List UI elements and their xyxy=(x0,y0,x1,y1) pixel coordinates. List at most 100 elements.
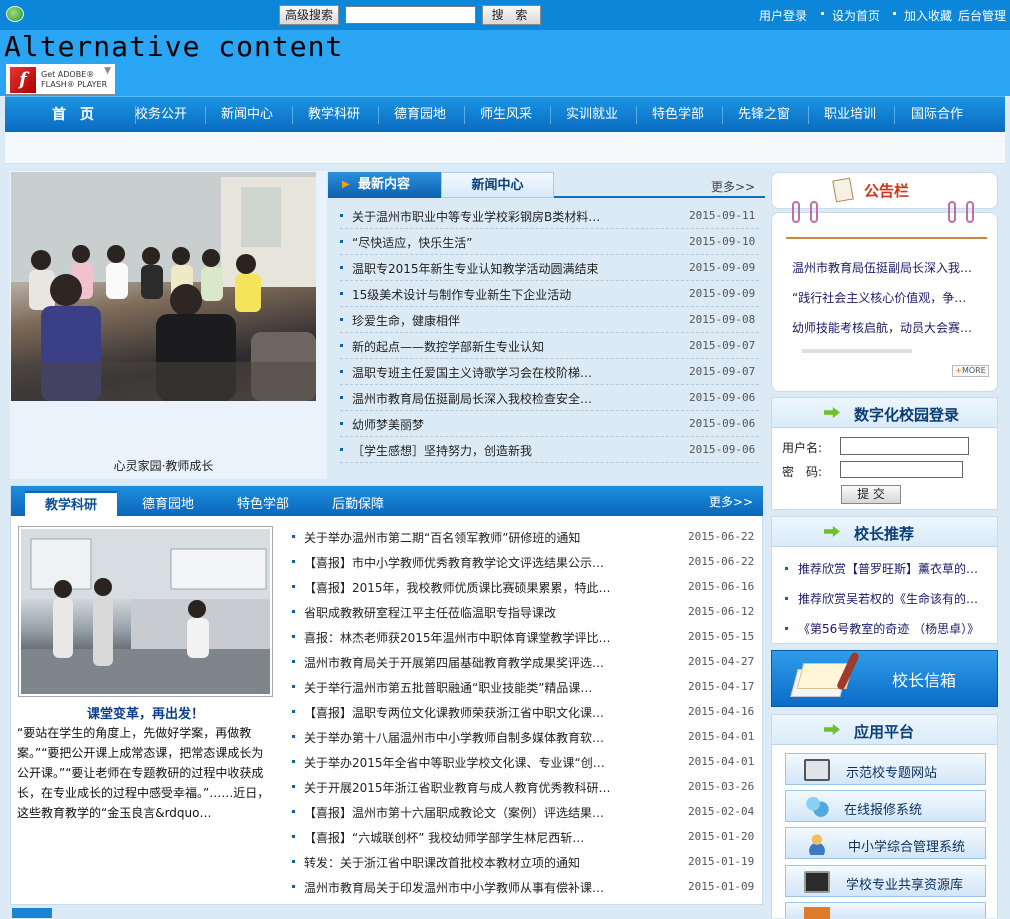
bottom-more-link[interactable]: 更多>> xyxy=(709,493,753,510)
bottom-news-row[interactable]: 【喜报】“六城联创杯” 我校幼师学部学生林尼西斩… 2015-01-20 xyxy=(292,824,757,850)
app-online-repair[interactable]: 在线报修系统 xyxy=(785,790,986,822)
news-row[interactable]: ［学生感想］坚持努力，创造新我 2015-09-06 xyxy=(340,437,759,463)
news-title[interactable]: ［学生感想］坚持努力，创造新我 xyxy=(352,442,532,459)
news-row[interactable]: 新的起点——数控学部新生专业认知 2015-09-07 xyxy=(340,333,759,359)
nav-item-pioneer-window[interactable]: 先锋之窗 xyxy=(722,97,806,133)
bottom-news-title[interactable]: 关于举行温州市第五批普职融通“职业技能类”精品课… xyxy=(304,679,592,696)
site-logo-icon[interactable] xyxy=(6,6,24,22)
search-button[interactable]: 搜 索 xyxy=(482,5,541,25)
bottom-news-title[interactable]: 【喜报】温州市第十六届职成教论文（案例）评选结果… xyxy=(304,804,604,821)
photo-caption[interactable]: 心灵家园·教师成长 xyxy=(10,457,317,474)
bottom-news-row[interactable]: 关于举办温州市第二期“百名领军教师”研修班的通知 2015-06-22 xyxy=(292,524,757,550)
bottom-news-row[interactable]: 喜报：林杰老师获2015年温州市中职体育课堂教学评比… 2015-05-15 xyxy=(292,624,757,650)
principal-item[interactable]: 推荐欣赏吴若权的《生命该有的… xyxy=(798,590,978,607)
news-title[interactable]: 15级美术设计与制作专业新生下企业活动 xyxy=(352,286,571,303)
news-row[interactable]: 15级美术设计与制作专业新生下企业活动 2015-09-09 xyxy=(340,281,759,307)
bottom-news-row[interactable]: 【喜报】市中小学教师优秀教育教学论文评选结果公示… 2015-06-22 xyxy=(292,549,757,575)
username-field[interactable] xyxy=(840,437,969,455)
app-school-management[interactable]: 中小学综合管理系统 xyxy=(785,827,986,859)
bottom-news-title[interactable]: 转发：关于浙江省中职课改首批校本教材立项的通知 xyxy=(304,854,580,871)
teacher-group-photo[interactable] xyxy=(11,172,316,401)
tab-special-departments[interactable]: 特色学部 xyxy=(237,493,289,512)
bottom-news-row[interactable]: 【喜报】2015年，我校教师优质课比赛硕果累累，特此… 2015-06-16 xyxy=(292,574,757,600)
nav-item-teachers-students[interactable]: 师生风采 xyxy=(464,97,548,133)
nav-item-news[interactable]: 新闻中心 xyxy=(205,97,289,133)
notice-item[interactable]: 幼师技能考核启航，动员大会赛… xyxy=(792,319,972,336)
news-row[interactable]: 温职专班主任爱国主义诗歌学习会在校阶梯… 2015-09-07 xyxy=(340,359,759,385)
bottom-news-row[interactable]: 关于开展2015年浙江省职业教育与成人教育优秀教科研… 2015-03-26 xyxy=(292,774,757,800)
news-row[interactable]: 关于温州市职业中等专业学校彩钢房B类材料… 2015-09-11 xyxy=(340,203,759,229)
bottom-news-row[interactable]: 关于举办2015年全省中等职业学校文化课、专业课“创… 2015-04-01 xyxy=(292,749,757,775)
nav-item-vocational-training[interactable]: 职业培训 xyxy=(808,97,892,133)
nav-item-special-departments[interactable]: 特色学部 xyxy=(636,97,720,133)
principal-item[interactable]: 《第56号教室的奇迹 （杨思卓）》 xyxy=(798,620,979,637)
news-title[interactable]: 幼师梦美丽梦 xyxy=(352,416,424,433)
bottom-news-title[interactable]: 【喜报】温职专两位文化课教师荣获浙江省中职文化课… xyxy=(304,704,604,721)
get-flash-player-badge[interactable]: f Get ADOBE® FLASH® PLAYER ▼ xyxy=(5,63,116,95)
news-title[interactable]: “尽快适应，快乐生活” xyxy=(352,234,472,251)
bottom-news-title[interactable]: 省职成教教研室程江平主任莅临温职专指导课改 xyxy=(304,604,556,621)
tab-logistics[interactable]: 后勤保障 xyxy=(332,493,384,512)
bottom-news-title[interactable]: 关于开展2015年浙江省职业教育与成人教育优秀教科研… xyxy=(304,779,611,796)
nav-item-international[interactable]: 国际合作 xyxy=(894,97,980,133)
news-row[interactable]: 珍爱生命，健康相伴 2015-09-08 xyxy=(340,307,759,333)
set-homepage-link[interactable]: 设为首页 xyxy=(832,7,880,24)
news-row[interactable]: 温州市教育局伍挺副局长深入我校检查安全… 2015-09-06 xyxy=(340,385,759,411)
tab-news-center[interactable]: 新闻中心 xyxy=(441,172,554,198)
bottom-news-title[interactable]: 关于举办温州市第二期“百名领军教师”研修班的通知 xyxy=(304,529,580,546)
nav-item-training-employment[interactable]: 实训就业 xyxy=(550,97,634,133)
green-arrow-icon xyxy=(824,526,840,537)
bottom-news-title[interactable]: 【喜报】市中小学教师优秀教育教学论文评选结果公示… xyxy=(304,554,604,571)
feature-photo[interactable] xyxy=(21,529,270,694)
bottom-news-title[interactable]: 关于举办2015年全省中等职业学校文化课、专业课“创… xyxy=(304,754,605,771)
feature-title[interactable]: 课堂变革，再出发！ xyxy=(18,703,273,722)
bottom-news-row[interactable]: 【喜报】温州市第十六届职成教论文（案例）评选结果… 2015-02-04 xyxy=(292,799,757,825)
news-title[interactable]: 珍爱生命，健康相伴 xyxy=(352,312,460,329)
notice-more-button[interactable]: +MORE xyxy=(952,365,989,377)
bottom-news-row[interactable]: 省职成教教研室程江平主任莅临温职专指导课改 2015-06-12 xyxy=(292,599,757,625)
nav-item-home[interactable]: 首 页 xyxy=(13,97,133,133)
tab-latest-content[interactable]: ▶ 最新内容 xyxy=(328,172,441,198)
bottom-news-row[interactable]: 转发：关于浙江省中职课改首批校本教材立项的通知 2015-01-19 xyxy=(292,849,757,875)
app-shared-resources[interactable]: 学校专业共享资源库 xyxy=(785,865,986,897)
notice-item[interactable]: “践行社会主义核心价值观，争… xyxy=(792,289,966,306)
news-title[interactable]: 新的起点——数控学部新生专业认知 xyxy=(352,338,544,355)
nav-item-teaching-research[interactable]: 教学科研 xyxy=(292,97,376,133)
bottom-news-title[interactable]: 关于举办第十八届温州市中小学教师自制多媒体教育软… xyxy=(304,729,604,746)
bottom-news-row[interactable]: 关于举办第十八届温州市中小学教师自制多媒体教育软… 2015-04-01 xyxy=(292,724,757,750)
app-next-partial[interactable] xyxy=(785,902,986,919)
principal-item[interactable]: 推荐欣赏【普罗旺斯】薰衣草的… xyxy=(798,560,978,577)
bottom-news-title[interactable]: 温州市教育局关于开展第四届基础教育教学成果奖评选… xyxy=(304,654,604,671)
nav-item-moral-education[interactable]: 德育园地 xyxy=(378,97,462,133)
news-title[interactable]: 温职专班主任爱国主义诗歌学习会在校阶梯… xyxy=(352,364,592,381)
bottom-news-row[interactable]: 【喜报】温职专两位文化课教师荣获浙江省中职文化课… 2015-04-16 xyxy=(292,699,757,725)
add-favorite-link[interactable]: 加入收藏 xyxy=(904,7,952,24)
bottom-news-title[interactable]: 喜报：林杰老师获2015年温州市中职体育课堂教学评比… xyxy=(304,629,611,646)
bottom-news-title[interactable]: 【喜报】2015年，我校教师优质课比赛硕果累累，特此… xyxy=(304,579,611,596)
bottom-scroll-tab[interactable] xyxy=(12,908,52,918)
user-login-link[interactable]: 用户登录 xyxy=(759,7,807,24)
news-title[interactable]: 温州市教育局伍挺副局长深入我校检查安全… xyxy=(352,390,592,407)
nav-item-school-affairs[interactable]: 校务公开 xyxy=(120,97,202,133)
news-row[interactable]: “尽快适应，快乐生活” 2015-09-10 xyxy=(340,229,759,255)
bottom-news-title[interactable]: 【喜报】“六城联创杯” 我校幼师学部学生林尼西斩… xyxy=(304,829,584,846)
news-title[interactable]: 关于温州市职业中等专业学校彩钢房B类材料… xyxy=(352,208,600,225)
admin-link[interactable]: 后台管理 xyxy=(958,7,1006,24)
app-demo-school-site[interactable]: 示范校专题网站 xyxy=(785,753,986,785)
news-title[interactable]: 温职专2015年新生专业认知教学活动圆满结束 xyxy=(352,260,599,277)
bottom-news-row[interactable]: 关于举行温州市第五批普职融通“职业技能类”精品课… 2015-04-17 xyxy=(292,674,757,700)
news-row[interactable]: 幼师梦美丽梦 2015-09-06 xyxy=(340,411,759,437)
advanced-search-button[interactable]: 高级搜索 xyxy=(279,5,339,25)
password-field[interactable] xyxy=(840,461,963,478)
tab-moral-education[interactable]: 德育园地 xyxy=(142,493,194,512)
principal-mailbox-banner[interactable]: 校长信箱 xyxy=(771,650,998,707)
notice-item[interactable]: 温州市教育局伍挺副局长深入我… xyxy=(792,259,972,276)
tab-teaching-research[interactable]: 教学科研 xyxy=(25,491,117,516)
search-input[interactable] xyxy=(345,6,476,24)
bottom-news-title[interactable]: 温州市教育局关于印发温州市中小学教师从事有偿补课… xyxy=(304,879,604,896)
news-row[interactable]: 温职专2015年新生专业认知教学活动圆满结束 2015-09-09 xyxy=(340,255,759,281)
bottom-news-row[interactable]: 温州市教育局关于开展第四届基础教育教学成果奖评选… 2015-04-27 xyxy=(292,649,757,675)
news-more-link[interactable]: 更多>> xyxy=(711,178,755,195)
login-submit-button[interactable]: 提 交 xyxy=(841,485,901,504)
bottom-news-row[interactable]: 温州市教育局关于印发温州市中小学教师从事有偿补课… 2015-01-09 xyxy=(292,874,757,900)
